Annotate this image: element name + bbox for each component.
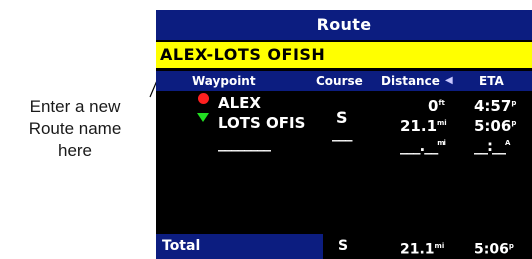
page-title: Route xyxy=(156,10,532,40)
callout-line-3: here xyxy=(57,141,93,160)
column-waypoint[interactable]: Waypoint xyxy=(192,71,256,91)
column-distance[interactable]: Distance xyxy=(381,71,440,91)
callout-annotation: Enter a new Route name here xyxy=(0,96,150,162)
total-values: S 21.1mi 5:06p xyxy=(323,234,532,259)
gps-screen: Route ALEX-LOTS OFISH Waypoint Course Di… xyxy=(156,10,532,259)
total-eta: 5:06p xyxy=(474,241,514,258)
sort-arrow-icon[interactable]: ◀ xyxy=(445,71,453,91)
route-name-field[interactable]: ALEX-LOTS OFISH xyxy=(156,42,532,68)
red-circle-icon xyxy=(198,93,209,104)
callout-line-1: Enter a new xyxy=(29,97,121,116)
column-eta[interactable]: ETA xyxy=(479,71,504,91)
waypoint-name: ALEX xyxy=(218,94,261,112)
empty-waypoint-name: ________ xyxy=(218,134,271,152)
waypoint-name: LOTS OFIS xyxy=(218,114,306,132)
empty-course: ___ xyxy=(332,124,352,142)
total-row: Total S 21.1mi 5:06p xyxy=(156,234,532,259)
total-distance: 21.1mi xyxy=(400,241,445,258)
callout-line-2: Route name xyxy=(28,119,122,138)
green-triangle-icon xyxy=(197,113,209,122)
total-label: Total xyxy=(162,238,201,254)
empty-row[interactable]: ________ ___ ___.__mi __:__A xyxy=(156,124,532,155)
total-course: S xyxy=(338,238,349,254)
column-course[interactable]: Course xyxy=(316,71,363,91)
empty-eta: __:__A xyxy=(474,137,511,155)
column-header-row: Waypoint Course Distance ◀ ETA xyxy=(156,71,532,91)
empty-distance: ___.__mi xyxy=(400,137,446,155)
